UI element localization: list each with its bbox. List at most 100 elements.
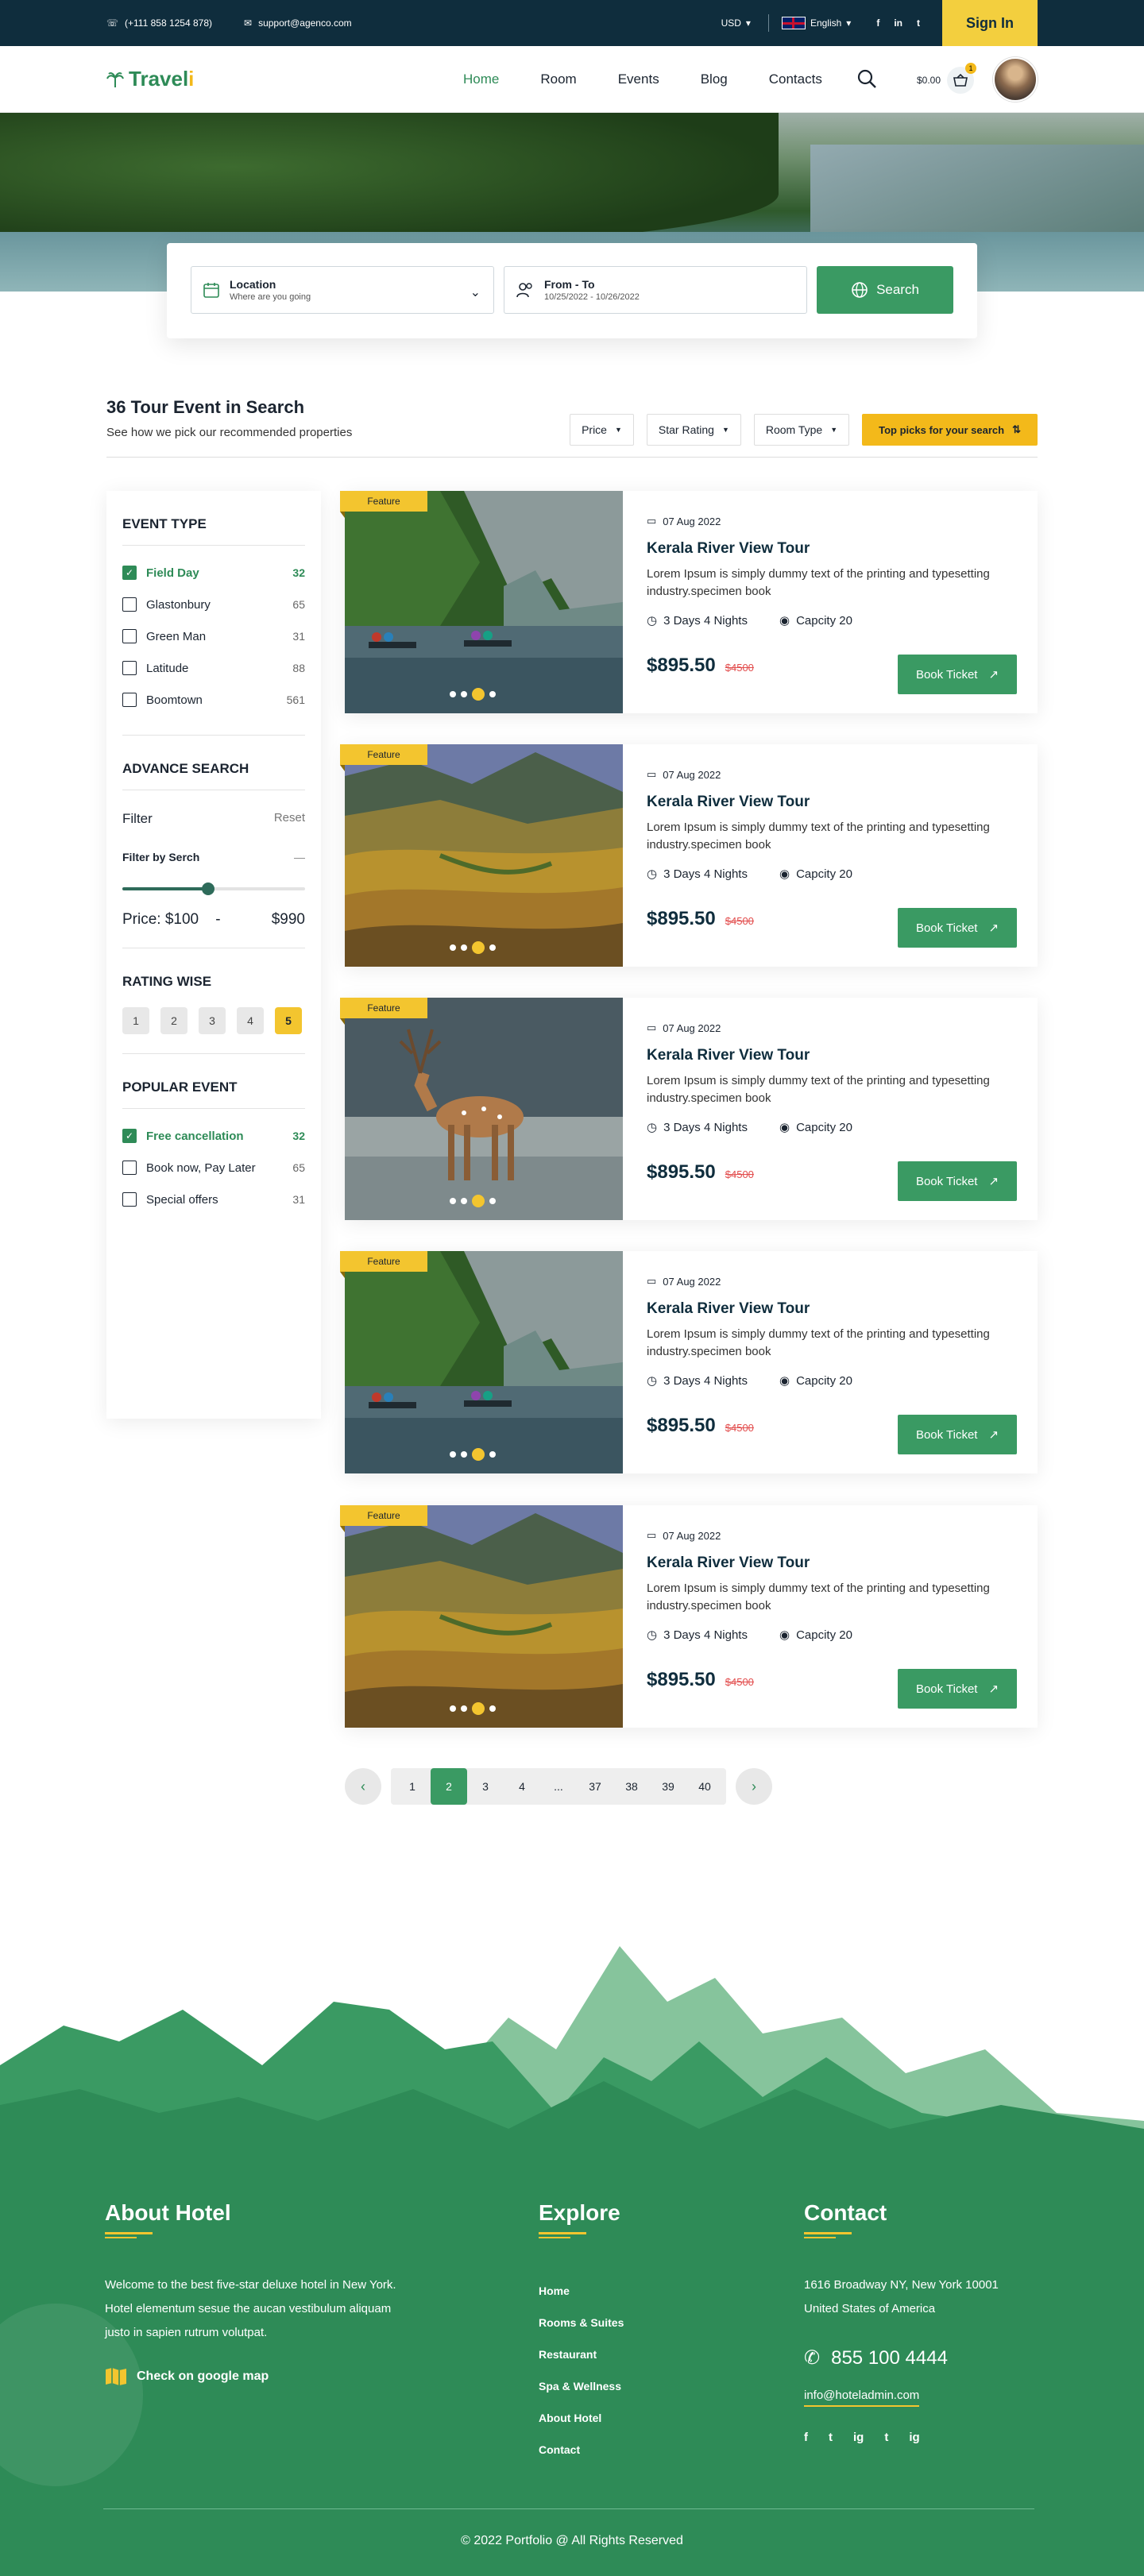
book-ticket-button[interactable]: Book Ticket ↗ (898, 655, 1017, 694)
user-avatar[interactable] (993, 57, 1038, 102)
tour-title[interactable]: Kerala River View Tour (647, 540, 1012, 558)
carousel-dot[interactable] (450, 1451, 456, 1458)
nav-contacts[interactable]: Contacts (769, 71, 822, 87)
carousel-dot-active[interactable] (472, 1448, 485, 1461)
nav-room[interactable]: Room (540, 71, 576, 87)
carousel-dot[interactable] (461, 691, 467, 697)
nav-blog[interactable]: Blog (701, 71, 728, 87)
footer-link[interactable]: Home (539, 2275, 713, 2307)
room-type-filter[interactable]: Room Type ▼ (753, 414, 850, 446)
instagram-icon[interactable]: ig (853, 2431, 864, 2444)
tour-title[interactable]: Kerala River View Tour (647, 1047, 1012, 1064)
google-map-link[interactable]: Check on google map (105, 2367, 407, 2386)
top-picks-sort[interactable]: Top picks for your search ⇅ (862, 414, 1038, 446)
checkbox-icon[interactable] (122, 1161, 137, 1175)
rating-button-3[interactable]: 3 (199, 1007, 226, 1034)
tour-card[interactable]: Feature ▭ 07 Aug 2022 Kerala River View T… (340, 744, 1038, 967)
carousel-dot[interactable] (450, 1198, 456, 1204)
book-ticket-button[interactable]: Book Ticket ↗ (898, 1415, 1017, 1454)
carousel-dot[interactable] (450, 691, 456, 697)
tour-card[interactable]: Feature ▭ 07 Aug 2022 Kerala River View T… (340, 491, 1038, 713)
checkbox-row[interactable]: Latitude 88 (122, 652, 305, 684)
tour-image[interactable] (345, 998, 623, 1220)
carousel-dots[interactable] (450, 1195, 496, 1207)
tour-card[interactable]: Feature ▭ 07 Aug 2022 Kerala River View T… (340, 1505, 1038, 1728)
tour-image[interactable] (345, 1505, 623, 1728)
book-ticket-button[interactable]: Book Ticket ↗ (898, 908, 1017, 948)
cart[interactable]: $0.00 1 (917, 63, 977, 94)
page-39[interactable]: 39 (650, 1768, 686, 1805)
nav-home[interactable]: Home (463, 71, 499, 87)
instagram-icon[interactable]: ig (909, 2431, 919, 2444)
sign-in-button[interactable]: Sign In (942, 0, 1038, 46)
twitter-icon[interactable]: t (829, 2431, 833, 2444)
carousel-dot-active[interactable] (472, 688, 485, 701)
tour-image[interactable] (345, 1251, 623, 1473)
rating-button-1[interactable]: 1 (122, 1007, 149, 1034)
checkbox-icon[interactable] (122, 693, 137, 707)
rating-button-5[interactable]: 5 (275, 1007, 302, 1034)
carousel-dot[interactable] (461, 1705, 467, 1712)
collapse-icon[interactable]: — (294, 851, 305, 863)
star-rating-filter[interactable]: Star Rating ▼ (646, 414, 741, 446)
footer-link[interactable]: Spa & Wellness (539, 2370, 713, 2402)
carousel-dots[interactable] (450, 688, 496, 701)
page-2[interactable]: 2 (431, 1768, 467, 1805)
carousel-dots[interactable] (450, 941, 496, 954)
slider-handle[interactable] (202, 882, 215, 895)
footer-phone[interactable]: ✆ 855 100 4444 (804, 2346, 1042, 2369)
search-icon[interactable] (856, 68, 877, 89)
carousel-dot[interactable] (450, 944, 456, 951)
checkbox-row[interactable]: Special offers 31 (122, 1184, 305, 1215)
tour-image[interactable] (345, 744, 623, 967)
tour-image[interactable] (345, 491, 623, 713)
page-37[interactable]: 37 (577, 1768, 613, 1805)
tour-card[interactable]: Feature ▭ 07 Aug 2022 Kerala River View T… (340, 1251, 1038, 1473)
carousel-dot-active[interactable] (472, 941, 485, 954)
rating-button-4[interactable]: 4 (237, 1007, 264, 1034)
date-range-field[interactable]: From - To 10/25/2022 - 10/26/2022 (504, 266, 807, 314)
book-ticket-button[interactable]: Book Ticket ↗ (898, 1669, 1017, 1709)
tour-title[interactable]: Kerala River View Tour (647, 794, 1012, 811)
checkbox-checked-icon[interactable]: ✓ (122, 1129, 137, 1143)
checkbox-icon[interactable] (122, 597, 137, 612)
rating-button-2[interactable]: 2 (160, 1007, 187, 1034)
page-40[interactable]: 40 (686, 1768, 723, 1805)
linkedin-icon[interactable]: in (894, 17, 902, 29)
carousel-dot-active[interactable] (472, 1702, 485, 1715)
checkbox-row[interactable]: Book now, Pay Later 65 (122, 1152, 305, 1184)
book-ticket-button[interactable]: Book Ticket ↗ (898, 1161, 1017, 1201)
page-4[interactable]: 4 (504, 1768, 540, 1805)
checkbox-checked-icon[interactable]: ✓ (122, 566, 137, 580)
footer-link[interactable]: Contact (539, 2434, 713, 2466)
checkbox-row[interactable]: Glastonbury 65 (122, 589, 305, 620)
location-field[interactable]: Location Where are you going ⌄ (191, 266, 494, 314)
footer-link[interactable]: Rooms & Suites (539, 2307, 713, 2338)
checkbox-icon[interactable] (122, 661, 137, 675)
carousel-dot[interactable] (461, 944, 467, 951)
checkbox-icon[interactable] (122, 1192, 137, 1207)
currency-select[interactable]: USD ▾ (721, 17, 751, 29)
carousel-dot[interactable] (461, 1451, 467, 1458)
carousel-dot[interactable] (489, 691, 496, 697)
topbar-email[interactable]: ✉ support@agenco.com (244, 17, 352, 29)
facebook-icon[interactable]: f (804, 2431, 808, 2444)
footer-email[interactable]: info@hoteladmin.com (804, 2389, 920, 2407)
checkbox-row[interactable]: Green Man 31 (122, 620, 305, 652)
carousel-dot[interactable] (461, 1198, 467, 1204)
twitter-icon[interactable]: t (884, 2431, 888, 2444)
logo[interactable]: Traveli (106, 67, 194, 91)
price-filter[interactable]: Price ▼ (570, 414, 634, 446)
checkbox-icon[interactable] (122, 629, 137, 643)
carousel-dot[interactable] (489, 1198, 496, 1204)
twitter-icon[interactable]: t (917, 17, 920, 29)
search-button[interactable]: Search (817, 266, 953, 314)
carousel-dots[interactable] (450, 1448, 496, 1461)
checkbox-row[interactable]: ✓ Free cancellation 32 (122, 1120, 305, 1152)
page-1[interactable]: 1 (394, 1768, 431, 1805)
page-38[interactable]: 38 (613, 1768, 650, 1805)
footer-link[interactable]: Restaurant (539, 2338, 713, 2370)
tour-title[interactable]: Kerala River View Tour (647, 1300, 1012, 1318)
tour-card[interactable]: Feature ▭ 07 Aug 2022 Kerala River View T… (340, 998, 1038, 1220)
language-select[interactable]: English ▾ (781, 17, 851, 29)
